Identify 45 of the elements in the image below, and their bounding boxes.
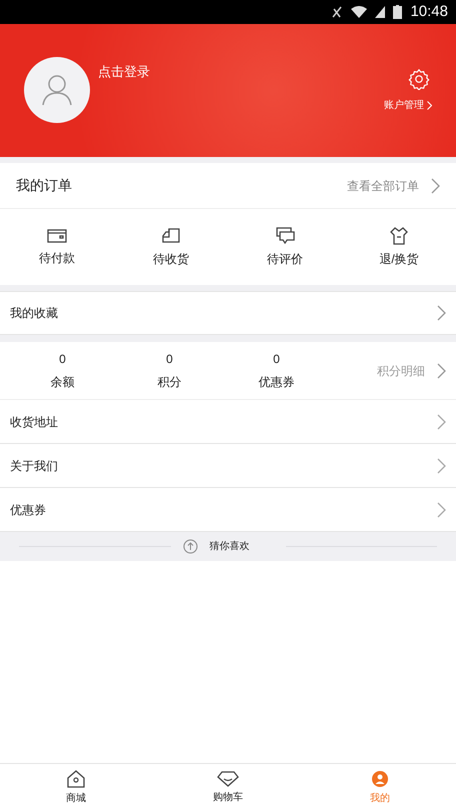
menu-label: 收货地址	[10, 414, 58, 430]
chevron-right-icon	[431, 178, 440, 194]
account-management-link[interactable]: 账户管理	[384, 98, 432, 113]
mute-icon	[331, 5, 344, 19]
chevron-right-icon	[437, 305, 446, 321]
shirt-icon	[390, 226, 408, 244]
wifi-icon	[351, 6, 368, 18]
orders-header[interactable]: 我的订单 查看全部订单	[0, 163, 456, 209]
stat-value: 0	[166, 351, 173, 368]
settings-icon[interactable]	[408, 68, 430, 90]
order-status-button[interactable]: 待收货	[114, 209, 228, 285]
order-status-button[interactable]: 退/换货	[342, 209, 456, 285]
favorites-label: 我的收藏	[10, 305, 58, 322]
orders-title: 我的订单	[16, 176, 72, 195]
chevron-right-icon	[437, 414, 446, 430]
tab-item[interactable]: 购物车	[152, 764, 304, 811]
comment-icon	[275, 226, 295, 244]
tab-item[interactable]: 商城	[0, 764, 152, 811]
person-icon	[42, 74, 72, 106]
battery-icon	[393, 5, 402, 19]
diamond-icon	[217, 770, 239, 786]
menu-label: 关于我们	[10, 458, 58, 474]
person-icon	[371, 770, 389, 788]
home-icon	[66, 770, 86, 788]
order-status-button[interactable]: 待评价	[228, 209, 342, 285]
wallet-icon	[47, 228, 67, 244]
signal-icon	[375, 6, 386, 18]
stat-value: 0	[59, 351, 66, 368]
recommend-title: 猜你喜欢	[210, 540, 250, 554]
menu-label: 优惠券	[10, 502, 46, 518]
order-status-button[interactable]: 待付款	[0, 209, 114, 285]
login-link[interactable]: 点击登录	[98, 62, 150, 82]
chevron-right-icon	[437, 363, 446, 379]
stat-label: 余额	[50, 374, 74, 391]
truck-icon	[161, 226, 181, 244]
chevron-right-icon	[427, 101, 432, 110]
chevron-right-icon	[437, 502, 446, 518]
menu-row[interactable]: 收货地址	[0, 400, 456, 444]
stat-value: 0	[273, 351, 280, 368]
stat-label: 优惠券	[258, 374, 294, 391]
view-all-orders-link[interactable]: 查看全部订单	[347, 176, 419, 194]
stat-label: 积分	[158, 374, 182, 391]
menu-row[interactable]: 关于我们	[0, 444, 456, 488]
status-time: 10:48	[410, 2, 448, 22]
chevron-right-icon	[437, 458, 446, 474]
